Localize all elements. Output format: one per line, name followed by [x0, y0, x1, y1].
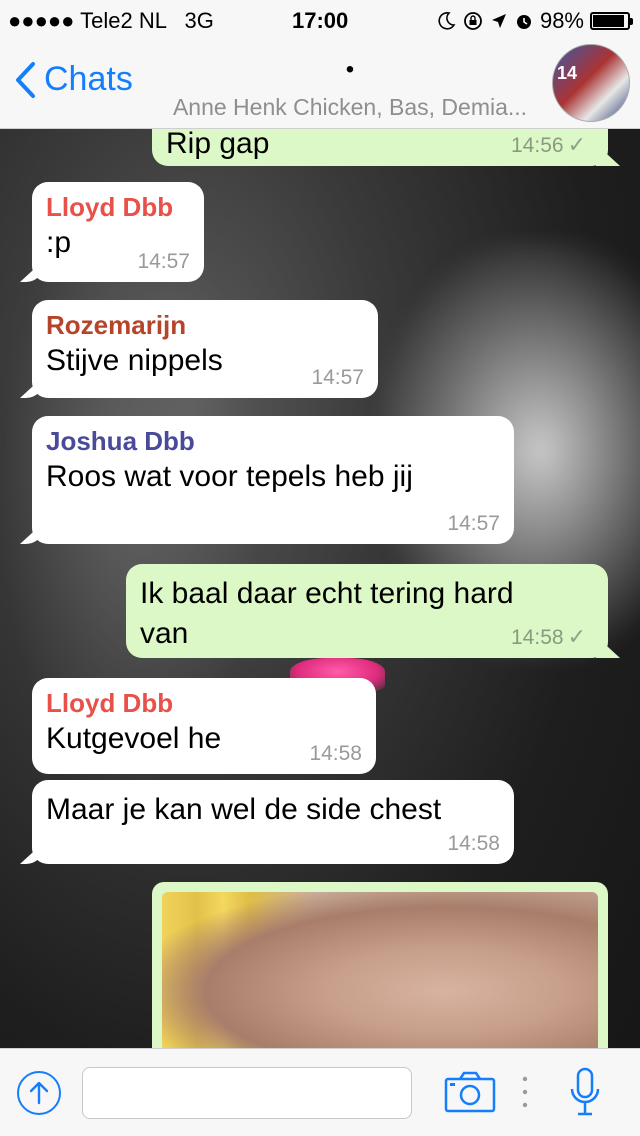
group-name: •	[345, 56, 355, 83]
sent-check-icon: ✓	[567, 624, 586, 649]
message-time: 14:57	[137, 250, 190, 273]
camera-icon[interactable]	[444, 1071, 496, 1113]
carrier-label: ●●●●● Tele2 NL 3G	[8, 8, 214, 34]
message-input[interactable]	[82, 1067, 412, 1119]
avatar-badge: 14	[557, 63, 578, 83]
group-avatar[interactable]: 14	[552, 44, 630, 122]
chevron-left-icon	[16, 61, 35, 98]
sent-check-icon: ✓	[567, 132, 586, 157]
message-bubble-incoming[interactable]: Joshua Dbb Roos wat voor tepels heb jij …	[20, 416, 514, 544]
carrier-text: ●●●●● Tele2 NL	[8, 8, 167, 33]
more-options-icon[interactable]	[520, 1073, 530, 1111]
network-type: 3G	[184, 8, 214, 33]
top-bar: ●●●●● Tele2 NL 3G 17:00 98% Chats • Anne…	[0, 0, 640, 129]
message-text: Maar je kan wel de side chest	[46, 793, 442, 826]
arrow-up-icon	[29, 1081, 49, 1105]
message-sender: Lloyd Dbb	[46, 688, 174, 718]
share-button[interactable]	[17, 1071, 61, 1115]
clock: 17:00	[292, 8, 349, 33]
moon-icon	[438, 12, 456, 30]
group-members: Anne Henk Chicken, Bas, Demia...	[172, 94, 528, 120]
battery-percent: 98%	[539, 8, 584, 33]
message-time: 14:58	[447, 832, 500, 855]
message-sender: Lloyd Dbb	[46, 192, 174, 222]
microphone-icon[interactable]	[568, 1067, 602, 1119]
message-text: Roos wat voor tepels heb jij	[46, 460, 413, 493]
location-arrow-icon	[491, 14, 506, 28]
message-bubble-incoming[interactable]: Lloyd Dbb Kutgevoel he 14:58	[32, 678, 376, 774]
message-time: 14:56 ✓	[511, 132, 586, 158]
message-bubble-outgoing[interactable]: Ik baal daar echt tering hard van 14:58 ✓	[126, 564, 620, 658]
message-bubble-incoming[interactable]: Maar je kan wel de side chest 14:58	[20, 780, 514, 864]
rotation-lock-icon	[464, 12, 482, 30]
message-time: 14:58 ✓	[511, 624, 586, 650]
message-time: 14:58	[309, 742, 362, 765]
message-time: 14:57	[447, 512, 500, 535]
status-bar: ●●●●● Tele2 NL 3G 17:00 98%	[0, 0, 640, 40]
time-text: 14:56	[511, 134, 564, 157]
battery-fill	[593, 15, 625, 27]
alarm-icon	[516, 15, 531, 29]
message-time: 14:57	[311, 366, 364, 389]
status-icons: 98%	[436, 8, 633, 34]
message-bubble-incoming[interactable]: Lloyd Dbb :p 14:57	[20, 182, 204, 282]
message-text-line1: Ik baal daar echt tering hard	[140, 577, 514, 610]
back-label: Chats	[44, 60, 133, 98]
bubble-tail	[596, 144, 620, 166]
message-sender: Joshua Dbb	[46, 426, 195, 456]
message-sender: Rozemarijn	[46, 310, 187, 340]
chat-screen: ●●●●● Tele2 NL 3G 17:00 98% Chats • Anne…	[0, 0, 640, 1136]
input-bar	[0, 1048, 640, 1136]
time-text: 14:58	[511, 626, 564, 649]
message-bubble-incoming[interactable]: Rozemarijn Stijve nippels 14:57	[20, 300, 378, 398]
back-button[interactable]: Chats	[14, 60, 133, 99]
photo-thumbnail[interactable]	[162, 892, 598, 1072]
chat-title[interactable]: • Anne Henk Chicken, Bas, Demia...	[160, 58, 540, 121]
battery-icon	[590, 12, 633, 30]
bubble-tail	[20, 842, 44, 864]
